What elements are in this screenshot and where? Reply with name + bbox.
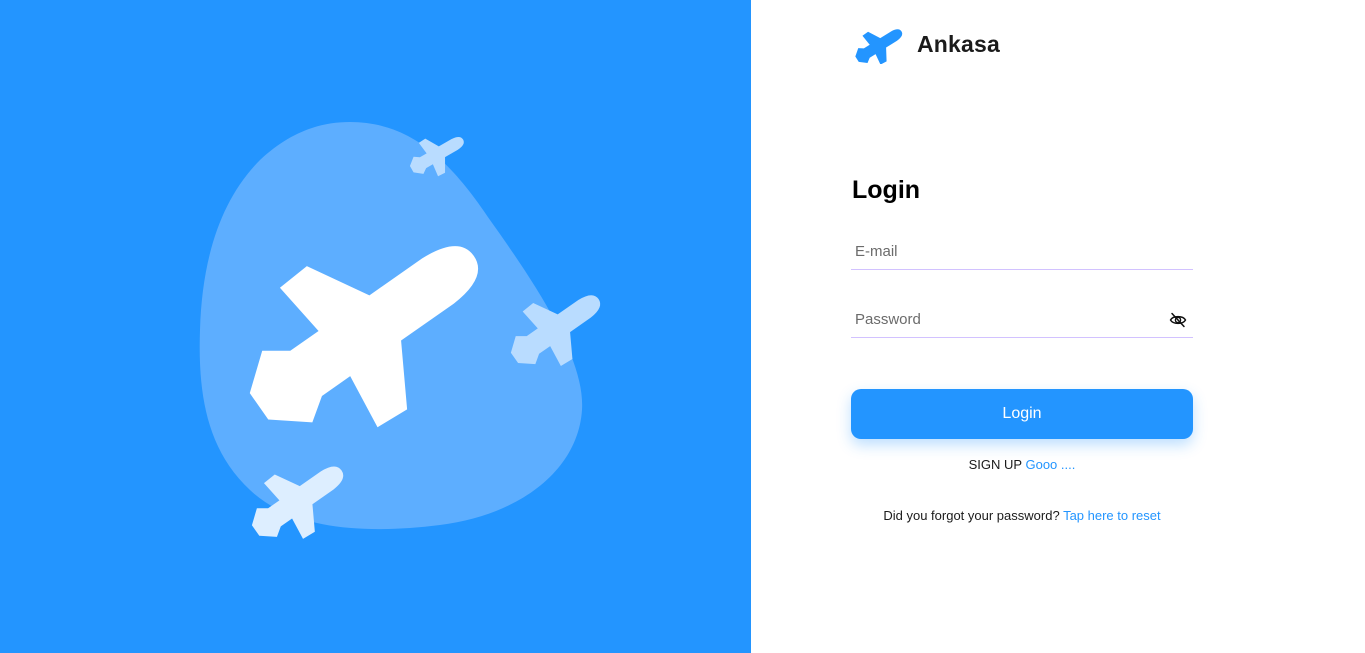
brand: Ankasa <box>851 24 1000 64</box>
password-field[interactable] <box>851 302 1193 337</box>
login-button[interactable]: Login <box>851 389 1193 439</box>
brand-name: Ankasa <box>917 30 1001 57</box>
email-field-wrapper <box>851 234 1193 270</box>
hero-illustration <box>0 0 751 653</box>
page-title: Login <box>852 176 921 204</box>
forgot-password-row: Did you forgot your password? Tap here t… <box>851 508 1193 523</box>
login-page: Ankasa Login Login SIGN UP Gooo .... Did… <box>0 0 1365 653</box>
signup-row: SIGN UP Gooo .... <box>851 457 1193 472</box>
signup-text: SIGN UP <box>968 457 1022 472</box>
eye-slash-icon[interactable] <box>1169 311 1187 329</box>
plane-logo-icon <box>855 29 903 64</box>
signup-link[interactable]: Gooo .... <box>1025 457 1075 472</box>
hero-graphic <box>199 122 601 539</box>
email-field[interactable] <box>851 234 1193 269</box>
password-field-wrapper <box>851 302 1193 338</box>
login-form-panel: Ankasa Login Login SIGN UP Gooo .... Did… <box>751 0 1365 653</box>
forgot-password-text: Did you forgot your password? <box>883 508 1060 523</box>
reset-password-link[interactable]: Tap here to reset <box>1063 508 1161 523</box>
